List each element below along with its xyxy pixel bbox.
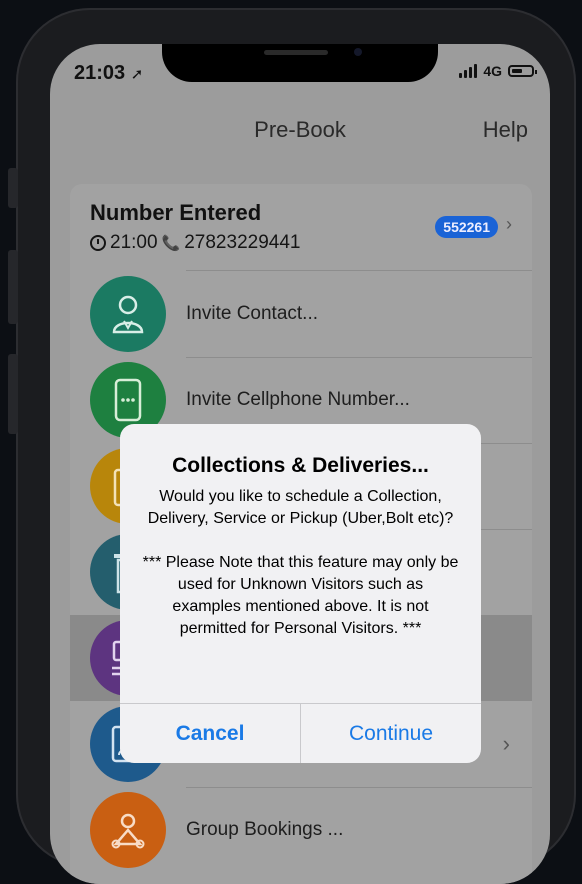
list-item-label: Group Bookings ... [186, 819, 344, 840]
continue-button[interactable]: Continue [301, 704, 481, 763]
list-item-invite-contact[interactable]: Invite Contact... [70, 271, 532, 357]
list-item-label: Invite Contact... [186, 303, 319, 324]
list-item-group-bookings[interactable]: Group Bookings ... [70, 787, 532, 873]
dialog-message: Would you like to schedule a Collection,… [147, 488, 454, 527]
phone-number: 27823229441 [184, 232, 301, 253]
group-icon [90, 792, 166, 868]
person-icon [90, 276, 166, 352]
chevron-right-icon[interactable]: › [506, 214, 512, 235]
volume-down-button [8, 354, 18, 434]
signal-icon [459, 64, 478, 78]
location-arrow-icon: ➚ [130, 66, 144, 83]
dialog-actions: Cancel Continue [120, 703, 481, 763]
alert-dialog: Collections & Deliveries... Would you li… [120, 424, 481, 763]
number-entered-header[interactable]: Number Entered 21:00 📞 27823229441 [90, 200, 300, 254]
battery-icon [508, 65, 537, 77]
time-text: 21:03 [74, 62, 126, 84]
mute-switch [8, 168, 18, 208]
booking-time: 21:00 [110, 232, 158, 253]
help-button[interactable]: Help [483, 117, 528, 143]
front-camera [354, 48, 362, 56]
cancel-button[interactable]: Cancel [120, 704, 301, 763]
clock-icon [90, 235, 106, 251]
notch [162, 44, 438, 82]
status-bar-time: 21:03 ➚ [74, 62, 143, 85]
volume-up-button [8, 250, 18, 324]
code-badge: 552261 [435, 216, 498, 238]
chevron-right-icon: › [502, 731, 510, 756]
card-title: Number Entered [90, 200, 262, 225]
speaker-grille [264, 50, 328, 55]
phone-screen: 21:03 ➚ 4G Pre-Book Help Number Entered … [50, 44, 550, 884]
dialog-note: *** Please Note that this feature may on… [142, 554, 459, 637]
list-item-label: Invite Cellphone Number... [186, 389, 410, 410]
card-subtitle: 21:00 📞 27823229441 [90, 232, 300, 254]
dialog-title: Collections & Deliveries... [172, 454, 429, 477]
phone-icon: 📞 [161, 235, 181, 252]
network-type: 4G [483, 63, 502, 79]
page-title: Pre-Book [254, 117, 346, 142]
status-bar-indicators: 4G [459, 63, 537, 79]
